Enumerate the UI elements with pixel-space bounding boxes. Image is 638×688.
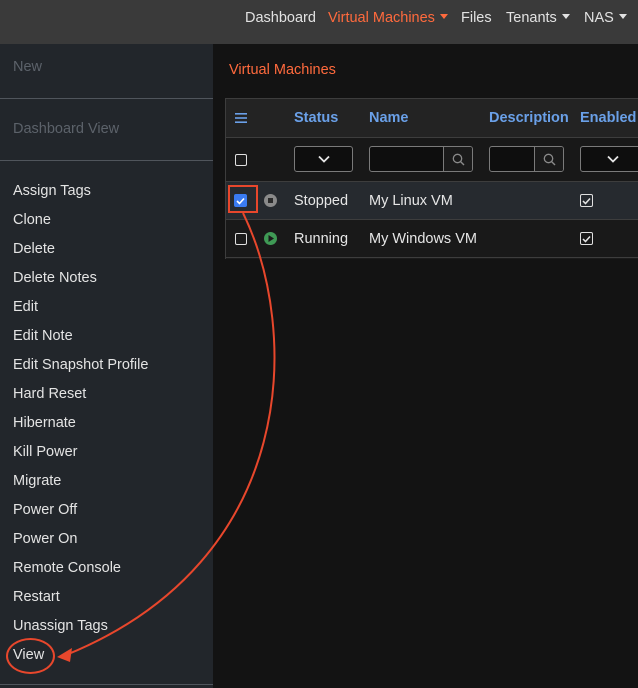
sidebar-item-clone[interactable]: Clone	[13, 210, 51, 230]
enabled-cell	[580, 182, 593, 219]
name-cell: My Windows VM	[369, 230, 477, 247]
sidebar-item-hibernate[interactable]: Hibernate	[13, 413, 76, 433]
column-header-status[interactable]: Status	[294, 99, 338, 137]
sidebar-divider	[0, 684, 213, 685]
chevron-down-icon	[607, 155, 619, 163]
page-title: Virtual Machines	[229, 62, 336, 78]
table-header-row: Status Name Description Enabled	[226, 99, 638, 138]
caret-down-icon	[618, 14, 627, 19]
sidebar-item-edit[interactable]: Edit	[13, 297, 38, 317]
status-cell: Stopped	[294, 192, 349, 209]
sidebar-divider	[0, 98, 213, 99]
name-filter-field[interactable]	[370, 147, 446, 171]
search-icon	[452, 153, 464, 165]
nav-nas-label: NAS	[584, 10, 614, 26]
nav-virtual-machines[interactable]: Virtual Machines	[328, 0, 448, 36]
sidebar-item-view[interactable]: View	[13, 645, 44, 665]
nav-nas[interactable]: NAS	[584, 0, 627, 36]
nav-dashboard-label: Dashboard	[245, 10, 316, 26]
description-filter-input[interactable]	[489, 146, 564, 172]
sidebar-item-dashboard-view: Dashboard View	[13, 121, 120, 137]
name-filter-search-button[interactable]	[443, 147, 472, 171]
nav-tenants-label: Tenants	[506, 10, 557, 26]
checkbox-unchecked	[235, 232, 247, 245]
check-icon	[236, 197, 245, 205]
sidebar-item-restart[interactable]: Restart	[13, 587, 60, 607]
column-menu-button[interactable]	[235, 99, 247, 137]
select-all-checkbox[interactable]	[235, 138, 247, 181]
sidebar-item-new: New	[13, 59, 43, 75]
enabled-cell	[580, 220, 593, 257]
search-icon	[543, 153, 555, 165]
status-cell: Running	[294, 230, 349, 247]
nav-files[interactable]: Files	[461, 0, 492, 36]
description-filter-field[interactable]	[490, 147, 537, 171]
checkbox-checked	[234, 194, 247, 207]
status-cell-icon	[264, 220, 277, 257]
top-navbar: Dashboard Virtual Machines Files Tenants…	[0, 0, 638, 44]
sidebar-item-edit-snapshot-profile[interactable]: Edit Snapshot Profile	[13, 355, 148, 375]
stop-icon	[264, 194, 277, 207]
sidebar-item-unassign-tags[interactable]: Unassign Tags	[13, 616, 108, 636]
sidebar-item-delete-notes[interactable]: Delete Notes	[13, 268, 97, 288]
nav-virtual-machines-label: Virtual Machines	[328, 10, 435, 26]
checkbox-checked-icon	[580, 232, 593, 245]
table-filter-row	[226, 138, 638, 182]
name-filter-input[interactable]	[369, 146, 473, 172]
sidebar-item-edit-note[interactable]: Edit Note	[13, 326, 73, 346]
sidebar-item-kill-power[interactable]: Kill Power	[13, 442, 77, 462]
hamburger-icon	[235, 113, 247, 123]
enabled-filter-select[interactable]	[580, 146, 638, 172]
sidebar-item-assign-tags[interactable]: Assign Tags	[13, 181, 91, 201]
column-header-name[interactable]: Name	[369, 99, 409, 137]
sidebar-divider	[0, 160, 213, 161]
sidebar-item-power-on[interactable]: Power On	[13, 529, 77, 549]
row-select-checkbox[interactable]	[235, 220, 247, 257]
caret-down-icon	[561, 14, 570, 19]
column-header-enabled[interactable]: Enabled	[580, 99, 636, 137]
nav-files-label: Files	[461, 10, 492, 26]
vm-table: Status Name Description Enabled Stopped …	[225, 98, 638, 259]
sidebar-item-hard-reset[interactable]: Hard Reset	[13, 384, 86, 404]
name-cell: My Linux VM	[369, 192, 453, 209]
sidebar: New Dashboard View Assign Tags Clone Del…	[0, 44, 213, 688]
table-row[interactable]: Running My Windows VM	[226, 220, 638, 258]
nav-tenants[interactable]: Tenants	[506, 0, 570, 36]
sidebar-item-remote-console[interactable]: Remote Console	[13, 558, 121, 578]
column-header-description[interactable]: Description	[489, 99, 569, 137]
checkbox-checked-icon	[580, 194, 593, 207]
status-cell-icon	[264, 182, 277, 219]
table-row[interactable]: Stopped My Linux VM	[226, 182, 638, 220]
nav-dashboard[interactable]: Dashboard	[245, 0, 316, 36]
status-filter-select[interactable]	[294, 146, 353, 172]
caret-down-icon	[439, 14, 448, 19]
sidebar-item-delete[interactable]: Delete	[13, 239, 55, 259]
play-icon	[264, 232, 277, 245]
row-select-checkbox[interactable]	[234, 182, 247, 219]
checkbox-unchecked	[235, 153, 247, 166]
description-filter-search-button[interactable]	[534, 147, 563, 171]
chevron-down-icon	[317, 155, 330, 163]
sidebar-item-power-off[interactable]: Power Off	[13, 500, 77, 520]
sidebar-item-migrate[interactable]: Migrate	[13, 471, 61, 491]
